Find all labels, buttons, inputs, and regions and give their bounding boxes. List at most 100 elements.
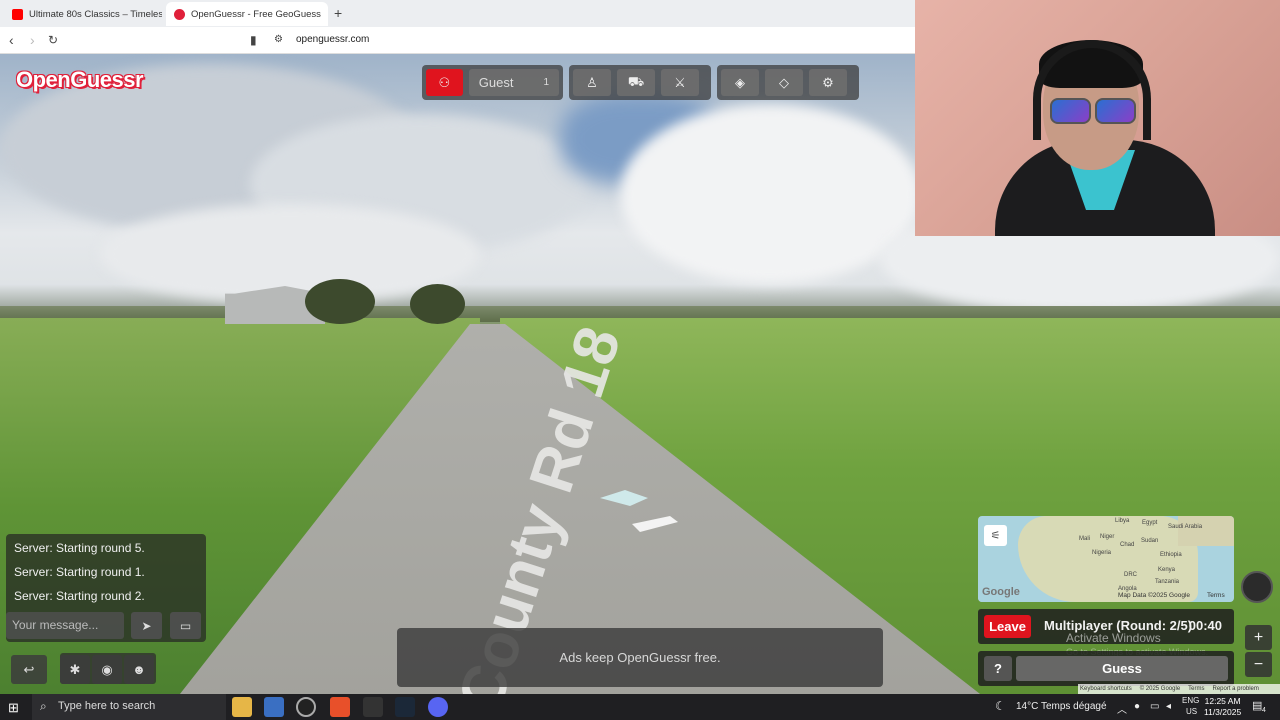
- compass[interactable]: [1241, 571, 1273, 603]
- guess-minimap[interactable]: ⚟ Libya Egypt Saudi Arabia Mali Niger Ch…: [978, 516, 1234, 602]
- user-plus-icon: ⚇: [438, 74, 451, 90]
- app-icon[interactable]: [363, 697, 383, 717]
- map-label: Sudan: [1141, 538, 1159, 544]
- new-tab-button[interactable]: +: [334, 5, 342, 21]
- footer-link[interactable]: Terms: [1188, 686, 1204, 692]
- clock-date: 11/3/2025: [1204, 707, 1242, 717]
- bug-icon: ✱: [69, 661, 81, 677]
- close-tab-icon[interactable]: ✕: [327, 8, 328, 21]
- notification-icon[interactable]: ▤: [1252, 699, 1262, 712]
- guess-bar: ? Guess: [978, 651, 1234, 686]
- taskbar-clock[interactable]: 12:25 AM 11/3/2025: [1204, 696, 1241, 718]
- tray-chevron-icon[interactable]: ︿: [1117, 701, 1127, 716]
- map-label: Saudi Arabia: [1168, 524, 1203, 530]
- google-footer: Keyboard shortcuts © 2025 Google Terms R…: [1078, 684, 1280, 694]
- player-name: Guest: [478, 75, 514, 90]
- clock-time: 12:25 AM: [1204, 696, 1241, 706]
- map-label: Chad: [1120, 542, 1135, 548]
- map-label: Egypt: [1142, 520, 1158, 526]
- zoom-in-button[interactable]: +: [1245, 625, 1272, 650]
- round-timer: 00:40: [1188, 618, 1222, 633]
- map-label: Mali: [1079, 536, 1091, 542]
- car-button[interactable]: ⛟: [617, 69, 655, 96]
- reddit-icon: ☻: [132, 662, 146, 677]
- language-indicator[interactable]: ENG: [1182, 696, 1199, 705]
- calculator-icon[interactable]: [264, 697, 284, 717]
- chat-message: Server: Starting round 1.: [14, 565, 145, 579]
- chat-message: Server: Starting round 2.: [14, 589, 145, 603]
- guess-button[interactable]: Guess: [1016, 656, 1228, 681]
- site-info-icon[interactable]: ⚙: [274, 34, 283, 45]
- windows-start-icon[interactable]: ⊞: [8, 700, 19, 716]
- player-count: 1: [543, 77, 549, 88]
- steam-icon[interactable]: [395, 697, 415, 717]
- search-icon: ⌕: [40, 699, 47, 713]
- gear-icon: ⚙: [822, 74, 834, 90]
- zoom-out-button[interactable]: −: [1245, 652, 1272, 677]
- map-label: Nigeria: [1092, 550, 1112, 556]
- weather-text[interactable]: 14°C Temps dégagé: [1016, 701, 1107, 712]
- send-button[interactable]: ➤: [131, 612, 162, 639]
- brave-browser-icon[interactable]: [330, 697, 350, 717]
- back-button[interactable]: ↩: [11, 655, 47, 684]
- file-explorer-icon[interactable]: [232, 697, 252, 717]
- network-icon[interactable]: ▭: [1150, 701, 1159, 712]
- swords-icon: ⚔: [674, 74, 686, 90]
- undo-icon: ↩: [23, 661, 35, 677]
- address-bar: ‹ › ↻ ▮ ⚙ openguessr.com: [0, 27, 915, 54]
- layers-button[interactable]: ◈: [721, 69, 759, 96]
- tab-openguessr[interactable]: OpenGuessr - Free GeoGuess ✕: [166, 2, 328, 26]
- url-text[interactable]: openguessr.com: [296, 34, 369, 45]
- stamp-button[interactable]: ♙: [573, 69, 611, 96]
- map-label: Libya: [1115, 518, 1130, 524]
- search-placeholder: Type here to search: [58, 700, 156, 712]
- leave-button[interactable]: Leave: [984, 615, 1031, 638]
- player-toolbar: ⚇ Guest 1: [422, 65, 563, 100]
- mode-toolbar: ♙ ⛟ ⚔: [569, 65, 711, 100]
- chat-toggle-button[interactable]: ▭: [170, 612, 201, 639]
- help-button[interactable]: ?: [984, 656, 1012, 681]
- map-attribution: Map Data ©2025 Google: [1118, 592, 1191, 599]
- forward-icon[interactable]: ›: [30, 32, 35, 48]
- discord-button[interactable]: ◉: [92, 655, 122, 684]
- layers-alt-button[interactable]: ◇: [765, 69, 803, 96]
- add-player-button[interactable]: ⚇: [426, 69, 463, 96]
- bug-report-button[interactable]: ✱: [60, 655, 90, 684]
- settings-button[interactable]: ⚙: [809, 69, 847, 96]
- footer-link[interactable]: Report a problem: [1213, 686, 1259, 692]
- discord-taskbar-icon[interactable]: [428, 697, 448, 717]
- player-indicator: Guest 1: [468, 69, 559, 96]
- reload-icon[interactable]: ↻: [48, 33, 58, 47]
- reddit-button[interactable]: ☻: [124, 655, 154, 684]
- footer-link[interactable]: Keyboard shortcuts: [1080, 686, 1132, 692]
- obs-icon[interactable]: [296, 697, 316, 717]
- map-label: Ethiopia: [1160, 552, 1182, 558]
- volume-icon[interactable]: ◂: [1166, 701, 1171, 712]
- tab-youtube[interactable]: Ultimate 80s Classics – Timeless: [4, 2, 162, 26]
- ads-banner: Ads keep OpenGuessr free.: [397, 628, 883, 687]
- send-icon: ➤: [141, 618, 152, 633]
- webcam-overlay: [915, 0, 1280, 236]
- windows-activation-watermark: Activate Windows: [1066, 631, 1161, 645]
- youtube-icon: [12, 8, 23, 20]
- map-label: Tanzania: [1155, 579, 1180, 585]
- swords-button[interactable]: ⚔: [661, 69, 699, 96]
- map-terms-link[interactable]: Terms: [1207, 592, 1225, 599]
- map-filter-button[interactable]: ⚟: [984, 525, 1007, 546]
- taskbar-search[interactable]: ⌕ Type here to search: [32, 694, 226, 720]
- microphone-icon[interactable]: ●: [1134, 701, 1140, 712]
- chat-icon: ▭: [179, 618, 192, 633]
- bookmark-icon[interactable]: ▮: [250, 33, 257, 47]
- layers-icon: ◈: [735, 74, 745, 90]
- back-icon[interactable]: ‹: [9, 32, 14, 48]
- map-label: Niger: [1100, 534, 1115, 540]
- car-icon: ⛟: [627, 73, 645, 89]
- tab-title: Ultimate 80s Classics – Timeless: [29, 8, 162, 20]
- region-indicator: US: [1186, 707, 1198, 716]
- tab-title: OpenGuessr - Free GeoGuess: [191, 8, 321, 20]
- chat-input[interactable]: Your message...: [6, 612, 124, 639]
- map-label: DRC: [1124, 572, 1137, 578]
- notification-count: 4: [1262, 707, 1266, 714]
- openguessr-logo[interactable]: OpenGuessr: [16, 67, 144, 93]
- stamp-icon: ♙: [586, 74, 598, 90]
